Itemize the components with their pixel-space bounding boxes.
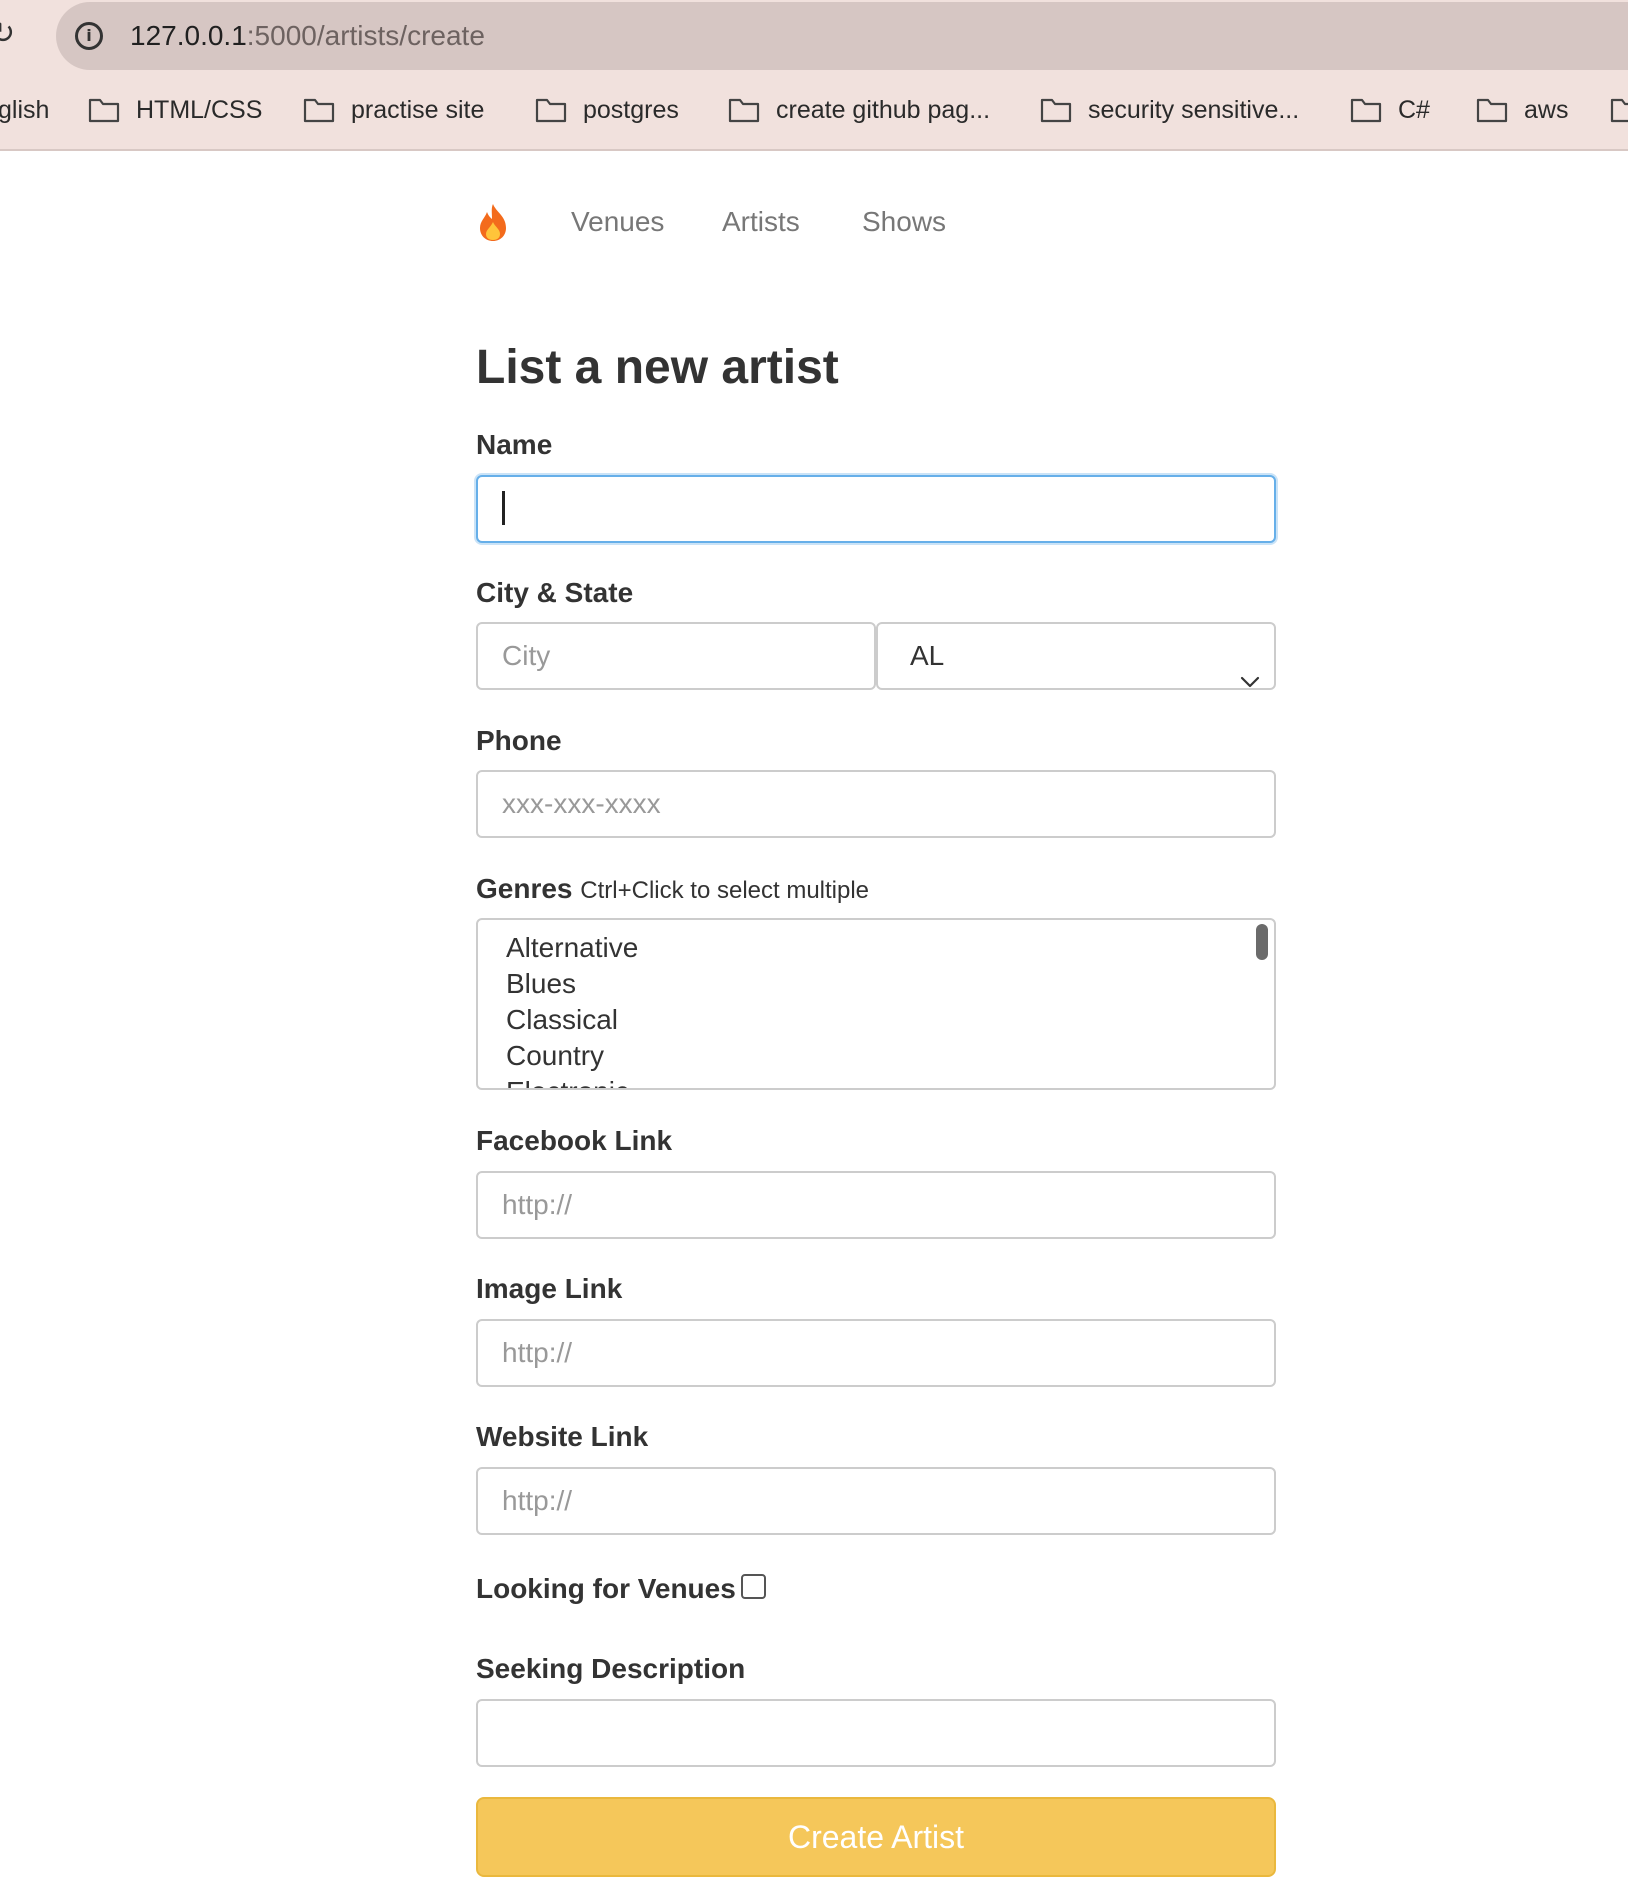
genre-option[interactable]: Classical bbox=[506, 1002, 618, 1038]
facebook-input[interactable] bbox=[476, 1171, 1276, 1239]
bookmark-label: create github pag... bbox=[776, 96, 991, 124]
city-state-label: City & State bbox=[476, 577, 634, 608]
folder-icon bbox=[1476, 97, 1508, 123]
bookmark-label: glish bbox=[0, 96, 50, 124]
page-title: List a new artist bbox=[476, 341, 839, 394]
phone-label: Phone bbox=[476, 725, 562, 756]
seeking-description-input[interactable] bbox=[476, 1699, 1276, 1767]
bookmark-label: practise site bbox=[351, 96, 485, 124]
website-input[interactable] bbox=[476, 1467, 1276, 1535]
browser-toolbar: ↻ i 127.0.0.1:5000/artists/create glish … bbox=[0, 0, 1628, 151]
genres-hint: Ctrl+Click to select multiple bbox=[580, 877, 870, 904]
flame-icon[interactable] bbox=[476, 202, 510, 242]
state-select[interactable]: AL bbox=[876, 622, 1276, 690]
site-info-icon[interactable]: i bbox=[75, 22, 103, 50]
bookmark-label: C# bbox=[1398, 96, 1430, 124]
looking-for-venues-checkbox[interactable] bbox=[741, 1574, 766, 1599]
url-path: :5000/artists/create bbox=[246, 20, 485, 51]
bookmark-label: HTML/CSS bbox=[136, 96, 263, 124]
url-host: 127.0.0.1 bbox=[130, 20, 247, 51]
genre-option[interactable]: Country bbox=[506, 1038, 604, 1074]
folder-icon bbox=[728, 97, 760, 123]
image-link-input[interactable] bbox=[476, 1319, 1276, 1387]
bookmarks-bar: glish HTML/CSS practise site postgres cr bbox=[0, 92, 1628, 128]
genres-label: Genres Ctrl+Click to select multiple bbox=[476, 873, 869, 907]
chevron-down-icon bbox=[1240, 648, 1260, 688]
bookmark-item[interactable]: glish bbox=[0, 92, 49, 128]
nav-link-shows[interactable]: Shows bbox=[862, 206, 946, 238]
phone-input[interactable] bbox=[476, 770, 1276, 838]
looking-for-venues-label: Looking for Venues bbox=[476, 1573, 736, 1604]
genre-option[interactable]: Alternative bbox=[506, 930, 638, 966]
genres-label-text: Genres bbox=[476, 873, 573, 904]
folder-icon bbox=[1040, 97, 1072, 123]
city-input[interactable] bbox=[476, 622, 876, 690]
create-artist-button[interactable]: Create Artist bbox=[476, 1797, 1276, 1877]
name-label: Name bbox=[476, 429, 553, 460]
folder-icon bbox=[1610, 97, 1628, 123]
folder-icon bbox=[535, 97, 567, 123]
bookmark-label: security sensitive... bbox=[1088, 96, 1300, 124]
state-select-value: AL bbox=[910, 640, 945, 671]
bookmark-label: aws bbox=[1524, 96, 1569, 124]
folder-icon bbox=[88, 97, 120, 123]
url-text[interactable]: 127.0.0.1:5000/artists/create bbox=[130, 19, 485, 53]
genres-multiselect[interactable]: Alternative Blues Classical Country Elec… bbox=[476, 918, 1276, 1090]
reload-icon[interactable]: ↻ bbox=[0, 19, 18, 49]
folder-icon bbox=[1350, 97, 1382, 123]
name-input[interactable] bbox=[476, 475, 1276, 543]
scrollbar-thumb[interactable] bbox=[1256, 924, 1268, 960]
facebook-label: Facebook Link bbox=[476, 1125, 673, 1156]
text-caret bbox=[502, 491, 505, 525]
bookmark-label: postgres bbox=[583, 96, 679, 124]
folder-icon bbox=[303, 97, 335, 123]
nav-link-venues[interactable]: Venues bbox=[571, 206, 664, 238]
genre-option[interactable]: Blues bbox=[506, 966, 576, 1002]
image-link-label: Image Link bbox=[476, 1273, 623, 1304]
website-label: Website Link bbox=[476, 1421, 649, 1452]
genre-option[interactable]: Electronic bbox=[506, 1074, 629, 1088]
seeking-description-label: Seeking Description bbox=[476, 1653, 746, 1684]
nav-link-artists[interactable]: Artists bbox=[722, 206, 800, 238]
